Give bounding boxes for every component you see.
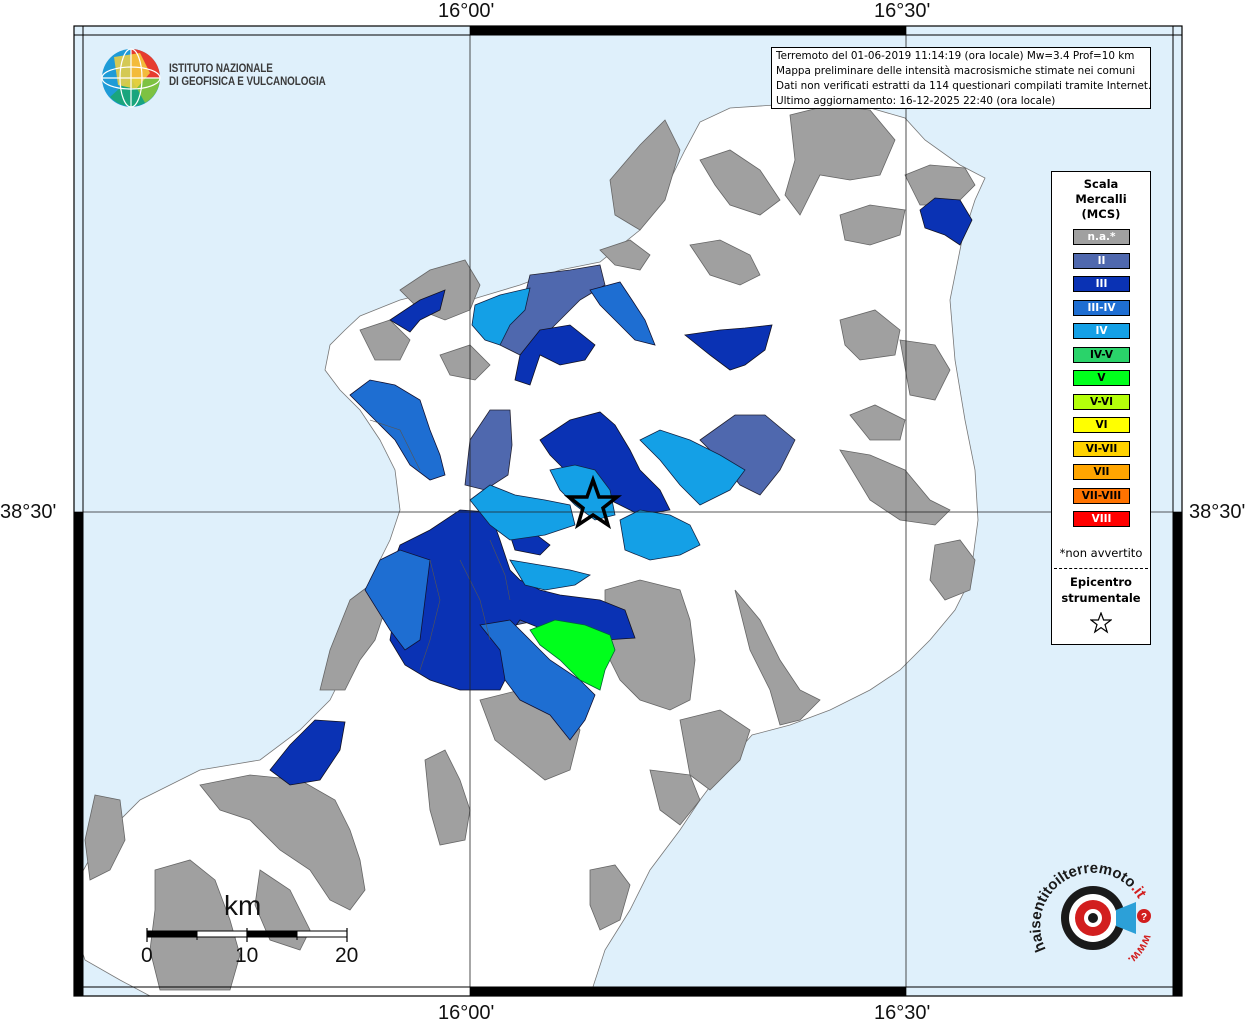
legend-separator <box>1054 568 1148 569</box>
lon-label-top-1: 16°00' <box>438 0 495 22</box>
legend-swatch-vii: VII <box>1073 464 1130 480</box>
ingv-globe-icon <box>101 48 161 108</box>
legend-swatch-iii-iv: III-IV <box>1073 299 1130 316</box>
legend-swatch-vi-vii: VI-VII <box>1073 440 1130 457</box>
legend-epicenter-line1: Epicentro <box>1070 575 1132 589</box>
scale-label-10: 10 <box>235 944 259 967</box>
lat-label-left: 38°30' <box>0 501 57 523</box>
lat-label-right: 38°30' <box>1189 501 1246 523</box>
legend-swatch-viii: VIII <box>1073 511 1130 527</box>
legend-swatch-iv: IV <box>1073 323 1130 339</box>
haisentito-logo-www: www. <box>1125 932 1155 968</box>
event-info-box: Terremoto del 01-06-2019 11:14:19 (ora l… <box>771 47 1151 109</box>
svg-text:?: ? <box>1141 912 1147 923</box>
haisentito-logo: ? haisentitoilterremoto.it www. <box>1027 858 1168 978</box>
legend-note: *non avvertito <box>1059 546 1143 560</box>
event-info-line1: Terremoto del 01-06-2019 11:14:19 (ora l… <box>776 50 1135 62</box>
legend-swatch-iv-v: IV-V <box>1073 346 1130 363</box>
legend-swatch-v-vi: V-VI <box>1073 393 1130 410</box>
scale-title: km <box>224 890 262 921</box>
event-info-line2: Mappa preliminare delle intensità macros… <box>776 65 1136 77</box>
legend-title-line1: Scala <box>1083 177 1119 191</box>
ingv-logo-line2: DI GEOFISICA E VULCANOLOGIA <box>169 76 326 88</box>
legend-swatch-iii: III <box>1073 276 1130 292</box>
legend-swatch-ii: II <box>1073 252 1130 269</box>
legend-title: Scala Mercalli (MCS) <box>1052 177 1150 222</box>
svg-text:www.: www. <box>1125 932 1155 968</box>
ingv-logo-text: ISTITUTO NAZIONALE DI GEOFISICA E VULCAN… <box>169 63 326 89</box>
legend-star-icon <box>1090 612 1112 634</box>
lon-label-bottom-2: 16°30' <box>874 1002 931 1024</box>
scale-label-20: 20 <box>335 944 359 967</box>
event-info-line3: Dati non verificati estratti da 114 ques… <box>776 80 1152 92</box>
event-info-line4: Ultimo aggiornamento: 16-12-2025 22:40 (… <box>776 95 1056 107</box>
legend-swatch-vi: VI <box>1073 417 1130 433</box>
scale-label-0: 0 <box>141 944 153 967</box>
lon-label-bottom-1: 16°00' <box>438 1002 495 1024</box>
haisentito-target-icon: ? haisentitoilterremoto.it www. <box>1027 860 1155 968</box>
ingv-logo-line1: ISTITUTO NAZIONALE <box>169 63 273 75</box>
lon-label-top-2: 16°30' <box>874 0 931 22</box>
legend-title-line2: Mercalli <box>1075 192 1127 206</box>
legend-swatch-v: V <box>1073 370 1130 386</box>
legend-epicenter-line2: strumentale <box>1061 591 1141 605</box>
legend-swatch-vii-viii: VII-VIII <box>1073 487 1130 504</box>
legend-epicenter-label: Epicentro strumentale <box>1052 574 1150 606</box>
mcs-legend: Scala Mercalli (MCS) n.a.* II III III-IV IV I… <box>1051 171 1151 645</box>
legend-title-line3: (MCS) <box>1081 207 1121 221</box>
scale-bar: km 0 10 20 <box>140 890 360 970</box>
legend-swatch-n-a: n.a.* <box>1073 229 1130 245</box>
ingv-logo: ISTITUTO NAZIONALE DI GEOFISICA E VULCAN… <box>100 47 330 109</box>
